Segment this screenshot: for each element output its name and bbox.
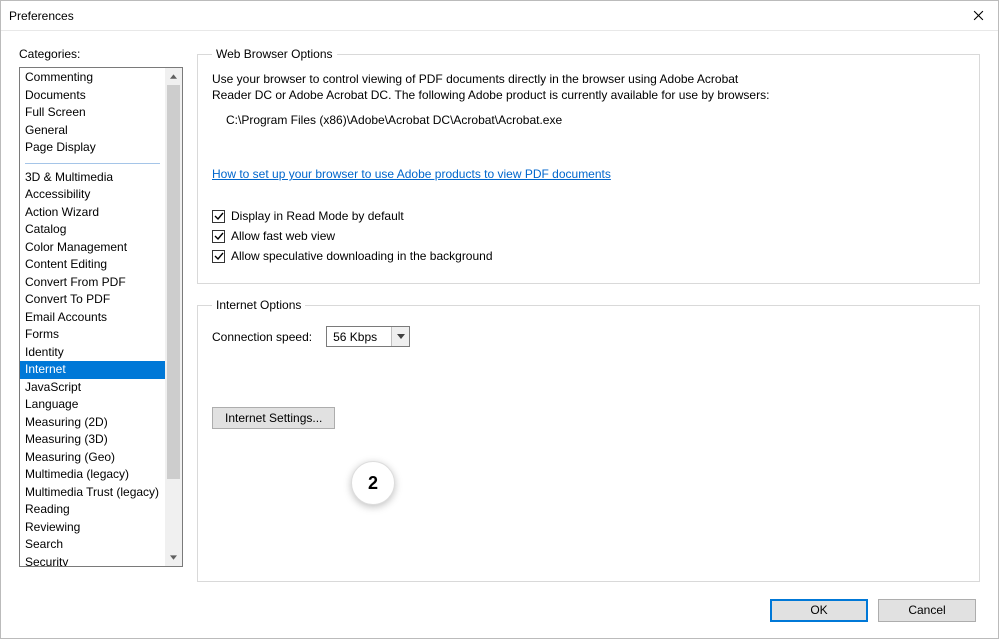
checkmark-icon — [214, 211, 224, 221]
category-item[interactable]: Color Management — [20, 239, 165, 257]
categories-panel: Categories: CommentingDocumentsFull Scre… — [19, 47, 183, 582]
fast-web-label: Allow fast web view — [231, 229, 335, 243]
speculative-label: Allow speculative downloading in the bac… — [231, 249, 493, 263]
category-item[interactable]: Language — [20, 396, 165, 414]
category-item[interactable]: Multimedia (legacy) — [20, 466, 165, 484]
connection-speed-select[interactable]: 56 Kbps — [326, 326, 410, 347]
annotation-badge: 2 — [351, 461, 395, 505]
cancel-button[interactable]: Cancel — [878, 599, 976, 622]
chevron-down-icon — [170, 554, 177, 561]
content-area: Categories: CommentingDocumentsFull Scre… — [1, 31, 998, 582]
category-item[interactable]: Documents — [20, 87, 165, 105]
category-item[interactable]: Convert From PDF — [20, 274, 165, 292]
category-item[interactable]: Full Screen — [20, 104, 165, 122]
connection-speed-value: 56 Kbps — [327, 330, 391, 344]
read-mode-checkbox[interactable] — [212, 210, 225, 223]
window-title: Preferences — [9, 9, 958, 23]
category-item[interactable]: Measuring (3D) — [20, 431, 165, 449]
category-item[interactable]: Multimedia Trust (legacy) — [20, 484, 165, 502]
category-item[interactable]: General — [20, 122, 165, 140]
settings-panel: Web Browser Options Use your browser to … — [197, 47, 980, 582]
categories-label: Categories: — [19, 47, 183, 61]
chevron-down-icon — [397, 334, 405, 339]
category-item[interactable]: Security — [20, 554, 165, 567]
scroll-up-button[interactable] — [165, 68, 182, 85]
fast-web-checkbox[interactable] — [212, 230, 225, 243]
close-button[interactable] — [958, 1, 998, 31]
category-item[interactable]: 3D & Multimedia — [20, 169, 165, 187]
category-item[interactable]: Reviewing — [20, 519, 165, 537]
category-item[interactable]: Identity — [20, 344, 165, 362]
category-separator — [25, 163, 160, 164]
read-mode-row: Display in Read Mode by default — [212, 209, 965, 223]
category-item[interactable]: Search — [20, 536, 165, 554]
category-item[interactable]: Commenting — [20, 69, 165, 87]
scrollbar-thumb[interactable] — [167, 85, 180, 479]
categories-scrollbar[interactable] — [165, 68, 182, 566]
preferences-dialog: Preferences Categories: CommentingDocume… — [0, 0, 999, 639]
checkmark-icon — [214, 231, 224, 241]
category-item[interactable]: Accessibility — [20, 186, 165, 204]
read-mode-label: Display in Read Mode by default — [231, 209, 404, 223]
fast-web-row: Allow fast web view — [212, 229, 965, 243]
dialog-footer: OK Cancel — [1, 582, 998, 638]
speculative-checkbox[interactable] — [212, 250, 225, 263]
category-item[interactable]: Action Wizard — [20, 204, 165, 222]
checkmark-icon — [214, 251, 224, 261]
scrollbar-track[interactable] — [165, 85, 182, 549]
acrobat-path: C:\Program Files (x86)\Adobe\Acrobat DC\… — [226, 113, 965, 127]
web-browser-options-group: Web Browser Options Use your browser to … — [197, 47, 980, 284]
select-arrow — [391, 327, 409, 346]
browser-setup-link[interactable]: How to set up your browser to use Adobe … — [212, 167, 611, 181]
category-item[interactable]: Internet — [20, 361, 165, 379]
internet-options-group: Internet Options Connection speed: 56 Kb… — [197, 298, 980, 582]
internet-options-legend: Internet Options — [212, 298, 305, 312]
category-item[interactable]: JavaScript — [20, 379, 165, 397]
scroll-down-button[interactable] — [165, 549, 182, 566]
titlebar: Preferences — [1, 1, 998, 31]
connection-speed-label: Connection speed: — [212, 330, 312, 344]
web-browser-legend: Web Browser Options — [212, 47, 337, 61]
category-item[interactable]: Measuring (Geo) — [20, 449, 165, 467]
connection-speed-row: Connection speed: 56 Kbps — [212, 326, 965, 347]
ok-button[interactable]: OK — [770, 599, 868, 622]
chevron-up-icon — [170, 73, 177, 80]
speculative-row: Allow speculative downloading in the bac… — [212, 249, 965, 263]
category-item[interactable]: Catalog — [20, 221, 165, 239]
category-item[interactable]: Measuring (2D) — [20, 414, 165, 432]
category-item[interactable]: Page Display — [20, 139, 165, 157]
category-item[interactable]: Convert To PDF — [20, 291, 165, 309]
close-icon — [973, 10, 984, 21]
category-item[interactable]: Email Accounts — [20, 309, 165, 327]
internet-settings-button[interactable]: Internet Settings... — [212, 407, 335, 429]
category-item[interactable]: Reading — [20, 501, 165, 519]
categories-list[interactable]: CommentingDocumentsFull ScreenGeneralPag… — [20, 68, 165, 566]
category-item[interactable]: Content Editing — [20, 256, 165, 274]
categories-listbox: CommentingDocumentsFull ScreenGeneralPag… — [19, 67, 183, 567]
category-item[interactable]: Forms — [20, 326, 165, 344]
web-browser-description: Use your browser to control viewing of P… — [212, 71, 772, 103]
